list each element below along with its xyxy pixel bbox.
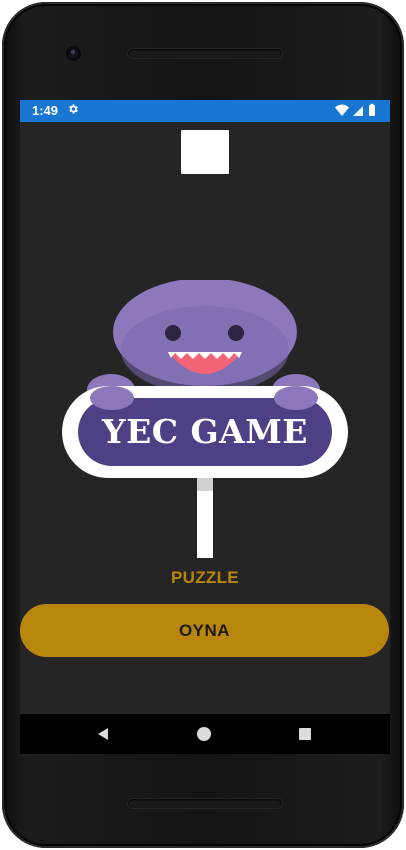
logo-title: YEC GAME: [102, 411, 308, 451]
status-bar: 1:49: [20, 100, 390, 122]
subtitle: PUZZLE: [171, 568, 239, 587]
play-button[interactable]: OYNA: [20, 604, 389, 657]
wifi-icon: [335, 104, 349, 116]
front-camera: [66, 46, 81, 61]
app-content: YEC GAME PUZZLE OYNA: [20, 122, 390, 714]
back-icon[interactable]: [96, 727, 110, 741]
status-time: 1:49: [32, 103, 59, 118]
home-icon[interactable]: [197, 727, 211, 741]
gear-icon: [69, 104, 78, 114]
top-white-square: [181, 130, 229, 174]
earpiece-speaker: [128, 49, 282, 58]
bottom-speaker: [128, 799, 282, 808]
phone-frame: 1:49 YEC GAME PUZZLE OYNA: [2, 2, 404, 848]
game-logo: YEC GAME: [56, 278, 354, 558]
battery-icon: [369, 105, 375, 116]
signal-icon: [353, 106, 363, 116]
status-icons: [335, 103, 375, 116]
recents-icon[interactable]: [299, 728, 311, 740]
navigation-bar: [20, 714, 390, 754]
screen: 1:49 YEC GAME PUZZLE OYNA: [20, 100, 390, 750]
